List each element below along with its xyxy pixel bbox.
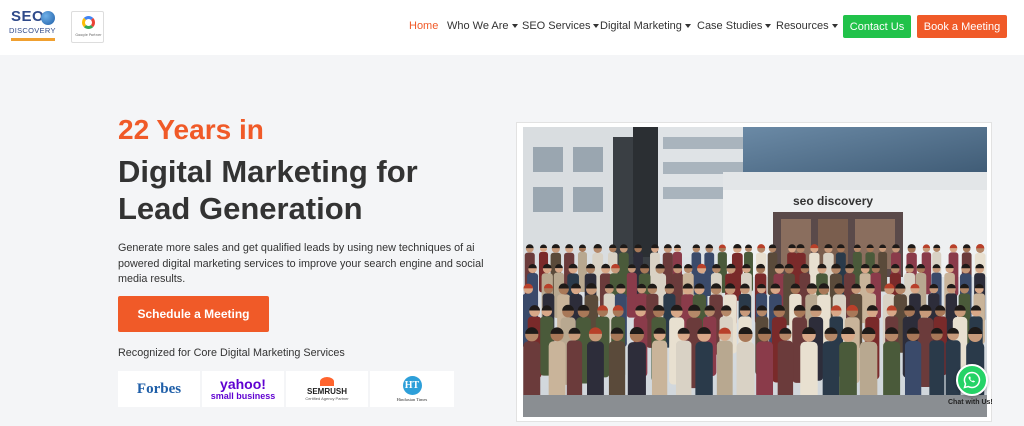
hero-description: Generate more sales and get qualified le… [118,242,484,285]
site-header: SEO DISCOVERY Google Partner Home Who We… [0,0,1024,55]
contact-us-button[interactable]: Contact Us [843,15,911,38]
logo-subtext: DISCOVERY [9,26,56,35]
semrush-badge: SEMRUSH Certified Agency Partner [286,371,368,407]
globe-icon [41,11,55,25]
forbes-logo: Forbes [136,380,182,397]
nav-case-studies[interactable]: Case Studies [697,20,772,32]
nav-seo-services[interactable]: SEO Services [522,20,600,32]
nav-digital-marketing-label: Digital Marketing [600,20,682,32]
nav-home[interactable]: Home [409,20,438,32]
semrush-subtext: Certified Agency Partner [305,396,349,401]
google-g-icon [82,16,95,29]
team-photo: seo discovery [523,127,987,417]
yahoo-logo: yahoo! [220,376,266,392]
team-photo-illustration: seo discovery [523,127,987,417]
schedule-meeting-button[interactable]: Schedule a Meeting [118,296,269,332]
seo-discovery-logo[interactable]: SEO DISCOVERY [8,8,58,46]
nav-seo-services-label: SEO Services [522,20,591,32]
yahoo-badge: yahoo! small business [202,371,284,407]
chevron-down-icon [511,24,518,29]
whatsapp-chat-label: Chat with Us! [948,399,993,406]
google-partner-badge: Google Partner [71,11,104,43]
whatsapp-chat-button[interactable] [956,364,988,396]
nav-case-studies-label: Case Studies [697,20,763,32]
semrush-logo: SEMRUSH [306,387,347,396]
hero-years-heading: 22 Years in [118,114,264,145]
semrush-flame-icon [320,377,334,386]
hero-title: Digital Marketing for Lead Generation [118,154,418,226]
hindustan-times-badge: HT Hindustan Times [370,371,454,407]
yahoo-subtext: small business [210,391,276,401]
ht-text: Hindustan Times [396,397,428,402]
chevron-down-icon [831,24,838,29]
nav-digital-marketing[interactable]: Digital Marketing [600,20,691,32]
nav-resources[interactable]: Resources [776,20,838,32]
book-meeting-button[interactable]: Book a Meeting [917,15,1007,38]
whatsapp-icon [963,371,981,389]
chevron-down-icon [765,24,772,29]
chevron-down-icon [684,24,691,29]
nav-who-we-are-label: Who We Are [447,20,509,32]
building-sign: seo discovery [793,194,873,208]
logo-tagline-bar [11,38,55,41]
recognition-text: Recognized for Core Digital Marketing Se… [118,347,345,359]
logo-text: SEO [11,8,45,25]
chevron-down-icon [593,24,600,29]
ht-logo: HT [402,376,422,395]
nav-home-label: Home [409,20,439,32]
google-partner-text: Google Partner [75,33,102,37]
forbes-badge: Forbes [118,371,200,407]
nav-who-we-are[interactable]: Who We Are [447,20,518,32]
nav-resources-label: Resources [776,20,829,32]
